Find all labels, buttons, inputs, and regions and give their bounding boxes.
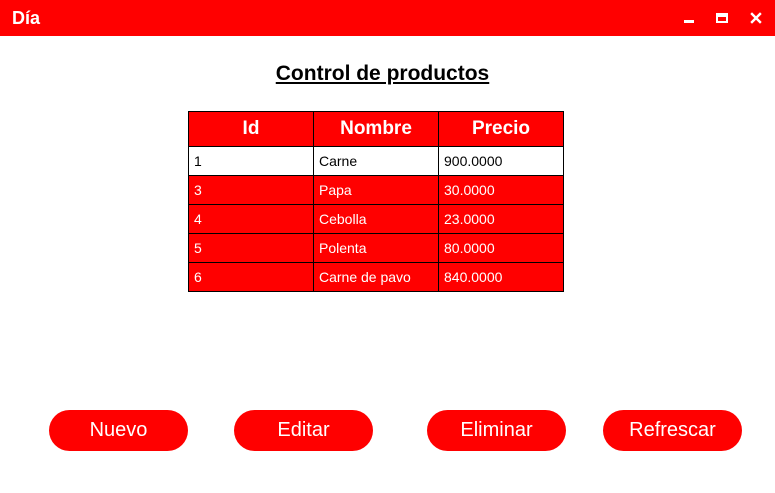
products-table: Id Nombre Precio 1 Carne 900.0000 3 Papa…: [188, 111, 564, 292]
cell-precio[interactable]: 80.0000: [438, 233, 564, 263]
minimize-icon[interactable]: [681, 10, 697, 26]
cell-id[interactable]: 1: [188, 146, 314, 176]
cell-nombre[interactable]: Carne: [313, 146, 439, 176]
window-title: Día: [12, 8, 41, 28]
column-header-id[interactable]: Id: [188, 111, 314, 147]
table-row[interactable]: 5 Polenta 80.0000: [188, 233, 564, 263]
maximize-icon[interactable]: [714, 10, 730, 26]
cell-nombre[interactable]: Carne de pavo: [313, 262, 439, 292]
table-row[interactable]: 3 Papa 30.0000: [188, 175, 564, 205]
column-header-precio[interactable]: Precio: [438, 111, 564, 147]
cell-id[interactable]: 3: [188, 175, 314, 205]
title-bar[interactable]: Día: [0, 0, 775, 36]
cell-precio[interactable]: 840.0000: [438, 262, 564, 292]
app-window: Día Control de productos Id Nombre Preci…: [0, 0, 775, 493]
table-header-row: Id Nombre Precio: [188, 111, 564, 147]
close-icon[interactable]: [748, 10, 764, 26]
table-row[interactable]: 6 Carne de pavo 840.0000: [188, 262, 564, 292]
cell-precio[interactable]: 23.0000: [438, 204, 564, 234]
new-button[interactable]: Nuevo: [49, 410, 188, 451]
cell-precio[interactable]: 30.0000: [438, 175, 564, 205]
cell-id[interactable]: 4: [188, 204, 314, 234]
refresh-button[interactable]: Refrescar: [603, 410, 742, 451]
cell-id[interactable]: 6: [188, 262, 314, 292]
cell-precio[interactable]: 900.0000: [438, 146, 564, 176]
column-header-nombre[interactable]: Nombre: [313, 111, 439, 147]
cell-nombre[interactable]: Papa: [313, 175, 439, 205]
cell-id[interactable]: 5: [188, 233, 314, 263]
edit-button[interactable]: Editar: [234, 410, 373, 451]
cell-nombre[interactable]: Polenta: [313, 233, 439, 263]
table-row[interactable]: 4 Cebolla 23.0000: [188, 204, 564, 234]
table-row[interactable]: 1 Carne 900.0000: [188, 146, 564, 176]
page-title: Control de productos: [275, 62, 490, 85]
cell-nombre[interactable]: Cebolla: [313, 204, 439, 234]
delete-button[interactable]: Eliminar: [427, 410, 566, 451]
